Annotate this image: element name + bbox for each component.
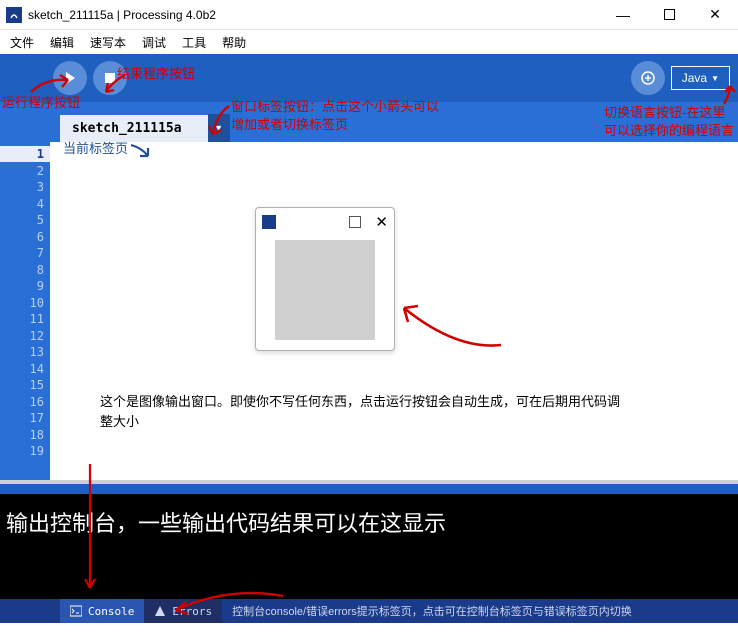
line-number: 9 [0,278,44,295]
sketch-canvas [275,240,375,340]
menu-bar: 文件 编辑 速写本 调试 工具 帮助 [0,30,738,54]
maximize-button[interactable] [646,0,692,30]
run-button[interactable] [53,61,87,95]
bottom-tab-bar: Console Errors 控制台console/错误errors提示标签页，… [0,599,738,623]
line-number: 17 [0,410,44,427]
menu-edit[interactable]: 编辑 [44,32,80,53]
console-text: 输出控制台，一些输出代码结果可以在这显示 [6,511,446,536]
line-number: 16 [0,394,44,411]
language-label: Java [682,71,707,85]
language-selector[interactable]: Java ▼ [671,66,730,90]
sketch-output-window: ✕ [255,207,395,351]
line-number: 18 [0,427,44,444]
console-tab[interactable]: Console [60,599,144,623]
line-number: 12 [0,328,44,345]
console-output: 输出控制台，一些输出代码结果可以在这显示 [0,494,738,599]
line-number: 8 [0,262,44,279]
console-icon [70,605,82,617]
message-bar [0,484,738,494]
line-number: 11 [0,311,44,328]
line-number: 6 [0,229,44,246]
window-title: sketch_211115a | Processing 4.0b2 [28,8,600,22]
tab-label: sketch_211115a [72,121,182,136]
maximize-icon[interactable] [349,216,361,228]
code-editor[interactable]: ✕ 这个是图像输出窗口。即使你不写任何东西，点击运行按钮会自动生成，可在后期用代… [50,142,738,480]
title-bar: sketch_211115a | Processing 4.0b2 — ✕ [0,0,738,30]
menu-debug[interactable]: 调试 [136,32,172,53]
line-number: 13 [0,344,44,361]
close-button[interactable]: ✕ [692,0,738,30]
errors-tab-label: Errors [172,605,212,618]
line-number: 4 [0,196,44,213]
editor-area: 1 2 3 4 5 6 7 8 9 10 11 12 13 14 15 16 1… [0,142,738,480]
app-icon [6,7,22,23]
line-number: 15 [0,377,44,394]
close-icon[interactable]: ✕ [375,213,388,231]
warning-icon [154,605,166,617]
errors-tab[interactable]: Errors [144,599,222,623]
debug-icon[interactable] [631,61,665,95]
sketch-tab[interactable]: sketch_211115a [60,115,208,142]
minimize-button[interactable]: — [600,0,646,30]
line-number: 19 [0,443,44,460]
line-number: 2 [0,163,44,180]
menu-help[interactable]: 帮助 [216,32,252,53]
menu-sketch[interactable]: 速写本 [84,32,132,53]
toolbar: Java ▼ [0,54,738,102]
menu-file[interactable]: 文件 [4,32,40,53]
stop-button[interactable] [93,61,127,95]
chevron-down-icon: ▼ [711,74,719,83]
menu-tools[interactable]: 工具 [176,32,212,53]
tab-dropdown-button[interactable]: ▼ [208,114,230,142]
bottom-hint: 控制台console/错误errors提示标签页，点击可在控制台标签页与错误标签… [222,603,738,619]
line-number: 5 [0,212,44,229]
output-window-description: 这个是图像输出窗口。即使你不写任何东西，点击运行按钮会自动生成，可在后期用代码调… [100,392,620,431]
app-icon [262,215,276,229]
line-number: 14 [0,361,44,378]
tab-bar: sketch_211115a ▼ [0,102,738,142]
line-number: 1 [0,146,44,163]
line-number: 3 [0,179,44,196]
line-number: 7 [0,245,44,262]
console-tab-label: Console [88,605,134,618]
line-number: 10 [0,295,44,312]
line-gutter: 1 2 3 4 5 6 7 8 9 10 11 12 13 14 15 16 1… [0,142,50,480]
